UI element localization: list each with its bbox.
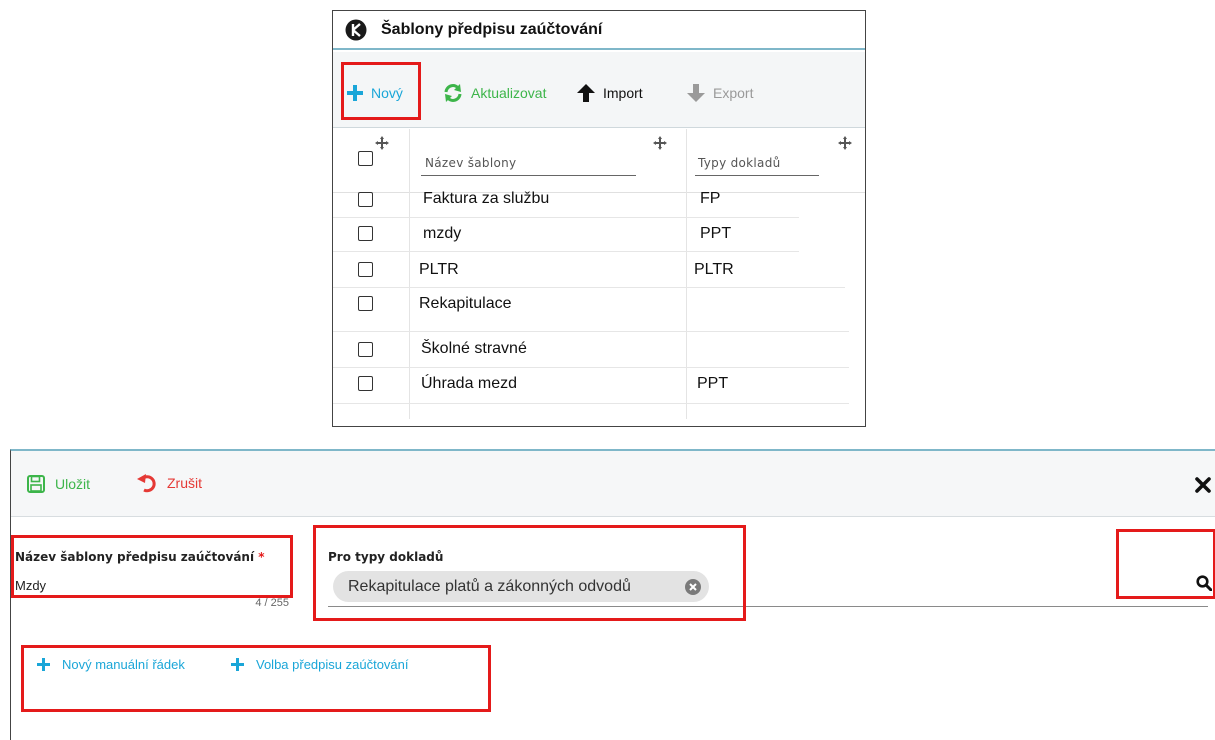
list-toolbar: Nový Aktualizovat Import Export [333,52,865,128]
document-type-chip[interactable]: Rekapitulace platů a zákonných odvodů [333,571,709,602]
search-icon[interactable] [1196,575,1212,591]
select-all-checkbox[interactable] [358,151,373,166]
move-icon[interactable] [838,136,852,150]
new-button[interactable]: Nový [347,82,403,104]
document-type-chip-label: Rekapitulace platů a zákonných odvodů [348,577,631,595]
new-manual-line-button[interactable]: Nový manuální řádek [37,657,185,672]
column-divider [409,129,410,419]
column-header-name[interactable]: Název šablony [425,156,516,170]
document-types-cell: PPT [697,375,729,392]
template-name-label-text: Název šablony předpisu zaúčtování [15,550,255,564]
export-button[interactable]: Export [687,82,753,104]
template-name-cell: Faktura za službu [423,190,550,207]
move-icon[interactable] [653,136,667,150]
close-icon[interactable] [1195,477,1211,493]
required-mark: * [258,550,265,564]
row-checkbox[interactable] [358,376,373,391]
character-counter: 4 / 255 [255,597,289,609]
document-types-cell: PLTR [694,261,734,278]
template-name-label: Název šablony předpisu zaúčtování * [15,550,265,564]
row-divider [333,217,799,218]
template-editor-panel: Uložit Zrušit Název šablony předpisu zaú… [10,449,1215,740]
move-icon[interactable] [375,136,389,150]
refresh-button[interactable]: Aktualizovat [443,82,546,104]
import-button[interactable]: Import [577,82,643,104]
save-icon [27,475,45,493]
chip-remove-icon[interactable] [685,579,701,595]
document-types-label: Pro typy dokladů [328,550,444,564]
save-button-label: Uložit [55,476,91,492]
row-checkbox[interactable] [358,262,373,277]
row-divider [333,287,845,288]
new-button-label: Nový [371,85,403,101]
row-divider [333,403,849,404]
grid-header [333,129,865,193]
editor-toolbar: Uložit Zrušit [11,451,1215,517]
document-types-field-underline [328,606,1208,607]
template-list-panel: Šablony předpisu zaúčtování Nový Aktuali… [332,10,866,427]
cancel-button-label: Zrušit [167,475,202,491]
select-posting-rule-label: Volba předpisu zaúčtování [256,657,409,672]
template-name-cell: Školné stravné [421,340,527,357]
template-name-cell: mzdy [423,225,462,242]
column-header-types[interactable]: Typy dokladů [698,156,781,170]
app-logo-icon [345,19,367,41]
row-checkbox[interactable] [358,296,373,311]
undo-icon [137,474,156,493]
row-divider [333,331,849,332]
save-button[interactable]: Uložit [27,475,90,493]
plus-icon [37,658,50,671]
export-button-label: Export [713,85,754,101]
panel-title: Šablony předpisu zaúčtování [381,21,603,38]
row-checkbox[interactable] [358,192,373,207]
column-divider [686,129,687,419]
row-checkbox[interactable] [358,226,373,241]
template-name-cell: Úhrada mezd [421,375,518,392]
new-manual-line-label: Nový manuální řádek [62,657,185,672]
template-name-cell: Rekapitulace [419,295,512,312]
document-types-cell: FP [700,190,721,207]
row-divider [333,251,799,252]
plus-icon [347,85,363,101]
highlight-box [21,645,491,712]
select-posting-rule-button[interactable]: Volba předpisu zaúčtování [231,657,409,672]
column-filter-underline [695,175,819,176]
panel-header: Šablony předpisu zaúčtování [333,11,865,50]
template-name-input[interactable] [15,576,287,594]
cancel-button[interactable]: Zrušit [137,473,202,493]
arrow-down-icon [687,84,705,102]
row-checkbox[interactable] [358,342,373,357]
column-filter-underline [421,175,636,176]
plus-icon [231,658,244,671]
refresh-icon [444,84,462,102]
refresh-button-label: Aktualizovat [471,85,547,101]
arrow-up-icon [577,84,595,102]
import-button-label: Import [603,85,643,101]
row-divider [333,367,849,368]
document-types-cell: PPT [700,225,732,242]
template-name-cell: PLTR [419,261,459,278]
